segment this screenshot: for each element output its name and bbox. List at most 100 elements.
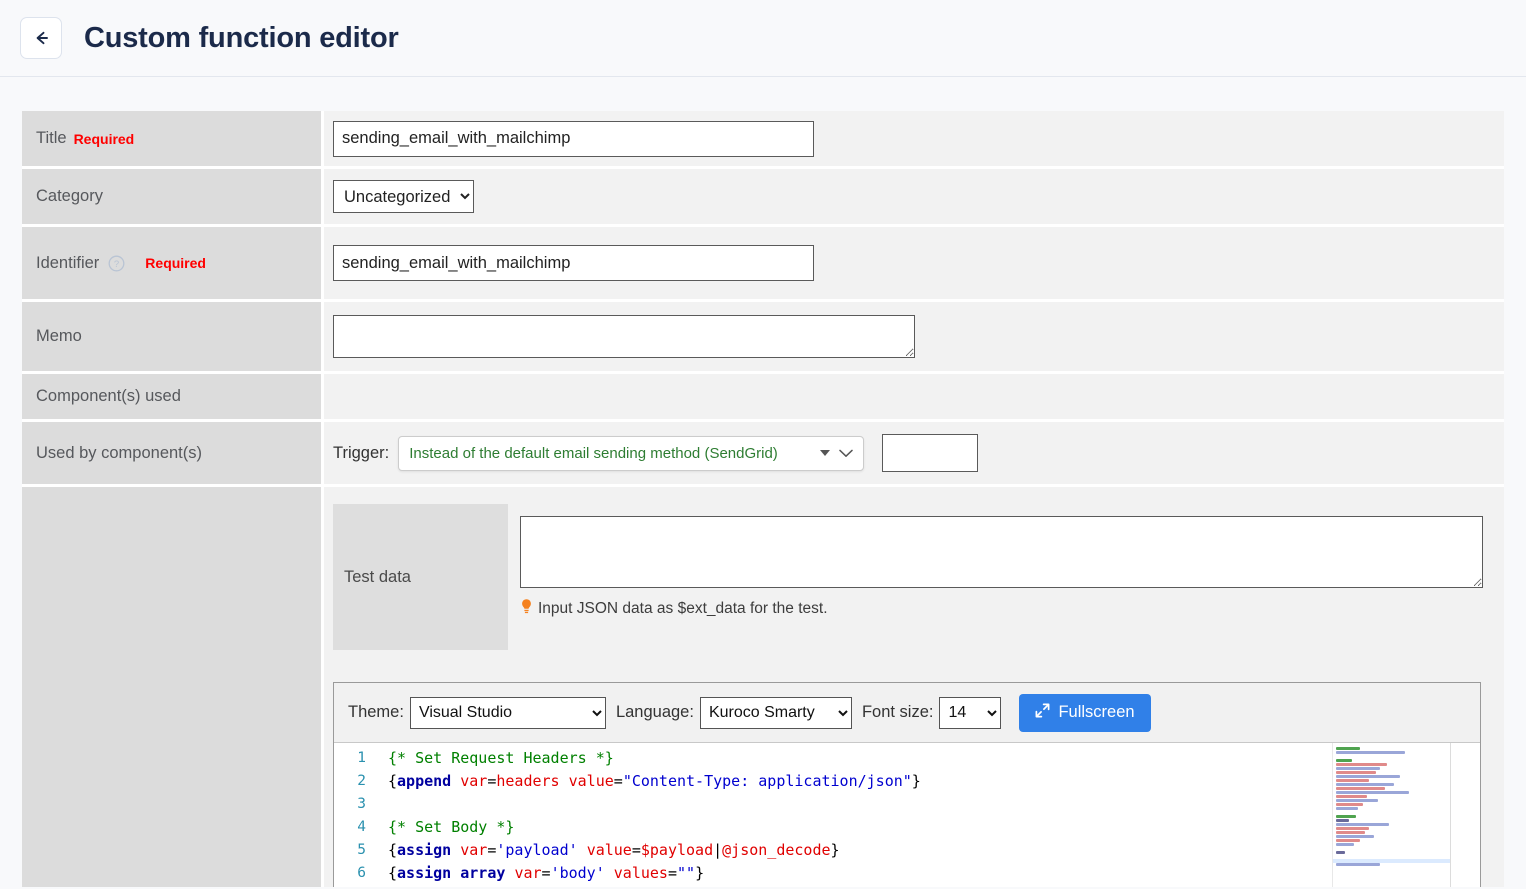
code-line-text: {append var=headers value="Content-Type:… xyxy=(388,771,921,790)
code-line-text: {assign array var='body' values=""} xyxy=(388,863,705,882)
form-row-components-used: Component(s) used xyxy=(22,374,1504,422)
question-circle-icon[interactable]: ? xyxy=(108,255,125,272)
arrow-left-icon xyxy=(32,29,50,47)
back-button[interactable] xyxy=(20,17,62,59)
theme-select[interactable]: Visual Studio xyxy=(409,696,606,729)
code-editor-panel: Theme: Visual Studio Language: Kuroco Sm… xyxy=(333,682,1481,887)
editor-vertical-scrollbar[interactable] xyxy=(1450,743,1464,887)
trigger-select-value: Instead of the default email sending met… xyxy=(409,444,778,462)
label-category-text: Category xyxy=(36,187,103,205)
test-data-hint-text: Input JSON data as $ext_data for the tes… xyxy=(538,600,828,617)
lightbulb-icon xyxy=(520,598,533,620)
code-line[interactable]: 1 {* Set Request Headers *} xyxy=(334,746,1332,769)
minimap-line xyxy=(1336,799,1379,802)
line-number: 1 xyxy=(357,749,366,766)
code-line[interactable]: 2 {append var=headers value="Content-Type… xyxy=(334,769,1332,792)
minimap-line xyxy=(1336,823,1390,826)
theme-label: Theme: xyxy=(348,703,404,721)
value-editor: Test data Input JSON data as $ext_data f… xyxy=(324,487,1504,887)
value-used-by-components: Trigger: Instead of the default email se… xyxy=(324,422,1504,484)
svg-text:?: ? xyxy=(114,259,119,270)
form-row-editor: Test data Input JSON data as $ext_data f… xyxy=(22,487,1504,887)
form-row-title: Title Required xyxy=(22,111,1504,169)
fontsize-select[interactable]: 14 xyxy=(939,696,1002,729)
minimap-line xyxy=(1336,831,1365,834)
editor-minimap[interactable] xyxy=(1332,743,1450,887)
label-category: Category xyxy=(22,169,324,224)
fontsize-label: Font size: xyxy=(861,703,934,721)
form-container: Title Required Category Uncategorized Id… xyxy=(0,77,1526,889)
expand-icon xyxy=(1035,703,1050,723)
language-select[interactable]: Kuroco Smarty xyxy=(699,696,852,729)
minimap-line xyxy=(1336,851,1345,854)
label-components-used-text: Component(s) used xyxy=(36,387,181,405)
custom-function-form: Title Required Category Uncategorized Id… xyxy=(22,111,1504,887)
label-title-text: Title xyxy=(36,129,67,147)
code-line[interactable]: 3 xyxy=(334,792,1332,815)
fullscreen-button[interactable]: Fullscreen xyxy=(1019,693,1151,732)
minimap-line xyxy=(1336,779,1370,782)
code-line-text: {* Set Request Headers *} xyxy=(388,748,614,767)
minimap-line xyxy=(1336,751,1405,754)
label-used-by-components: Used by component(s) xyxy=(22,422,324,484)
value-identifier xyxy=(324,227,1504,299)
minimap-line xyxy=(1336,767,1381,770)
minimap-line xyxy=(1336,827,1370,830)
memo-textarea[interactable] xyxy=(333,315,915,358)
form-row-category: Category Uncategorized xyxy=(22,169,1504,227)
code-line[interactable]: 4 {* Set Body *} xyxy=(334,815,1332,838)
title-input[interactable] xyxy=(333,120,814,157)
minimap-line xyxy=(1336,787,1385,790)
trigger-row: Trigger: Instead of the default email se… xyxy=(333,434,979,472)
value-components-used xyxy=(324,374,1504,419)
test-data-textarea[interactable] xyxy=(520,516,1483,588)
category-select[interactable]: Uncategorized xyxy=(333,180,474,213)
minimap-line xyxy=(1336,759,1352,762)
minimap-selection-highlight xyxy=(1333,859,1450,863)
chevron-down-icon xyxy=(839,445,853,462)
form-row-identifier: Identifier ? Required xyxy=(22,227,1504,302)
code-area[interactable]: 1 {* Set Request Headers *} 2 {append var=h… xyxy=(334,743,1332,887)
editor-right-gap xyxy=(1464,743,1480,887)
line-number: 4 xyxy=(357,818,366,835)
required-badge-title: Required xyxy=(73,130,135,147)
minimap-line xyxy=(1336,771,1376,774)
line-number: 6 xyxy=(357,864,366,881)
editor-toolbar: Theme: Visual Studio Language: Kuroco Sm… xyxy=(334,683,1480,743)
value-title xyxy=(324,111,1504,166)
minimap-line xyxy=(1336,839,1361,842)
line-number: 5 xyxy=(357,841,366,858)
trigger-select-arrows xyxy=(820,445,853,462)
form-row-memo: Memo xyxy=(22,302,1504,374)
code-line[interactable]: 6 {assign array var='body' values=""} xyxy=(334,861,1332,884)
minimap-line xyxy=(1336,775,1401,778)
minimap-line xyxy=(1336,819,1350,822)
label-used-by-components-text: Used by component(s) xyxy=(36,443,202,462)
minimap-line xyxy=(1336,863,1381,866)
label-memo-text: Memo xyxy=(36,327,82,345)
value-category: Uncategorized xyxy=(324,169,1504,224)
label-editor-empty xyxy=(22,487,324,887)
editor-body[interactable]: 1 {* Set Request Headers *} 2 {append var=h… xyxy=(334,743,1480,887)
minimap-line xyxy=(1336,747,1361,750)
trigger-select[interactable]: Instead of the default email sending met… xyxy=(398,435,865,471)
code-line-text: {assign var='payload' value=$payload|@js… xyxy=(388,840,840,859)
caret-down-icon xyxy=(820,450,831,456)
code-line[interactable]: 5 {assign var='payload' value=$payload|@j… xyxy=(334,838,1332,861)
minimap-line xyxy=(1336,835,1374,838)
trigger-extra-input[interactable] xyxy=(882,434,979,472)
form-row-used-by-components: Used by component(s) Trigger: Instead of… xyxy=(22,422,1504,487)
trigger-label: Trigger: xyxy=(333,443,390,462)
minimap-line xyxy=(1336,815,1356,818)
value-memo xyxy=(324,302,1504,371)
identifier-input[interactable] xyxy=(333,245,814,281)
minimap-line xyxy=(1336,791,1410,794)
line-number: 2 xyxy=(357,772,366,789)
minimap-line xyxy=(1336,843,1354,846)
required-badge-identifier: Required xyxy=(145,255,206,271)
label-identifier: Identifier ? Required xyxy=(22,227,324,299)
minimap-line xyxy=(1336,763,1388,766)
test-data-hint: Input JSON data as $ext_data for the tes… xyxy=(520,598,1483,620)
label-identifier-text: Identifier xyxy=(36,253,100,272)
code-line-text: {* Set Body *} xyxy=(388,817,515,836)
